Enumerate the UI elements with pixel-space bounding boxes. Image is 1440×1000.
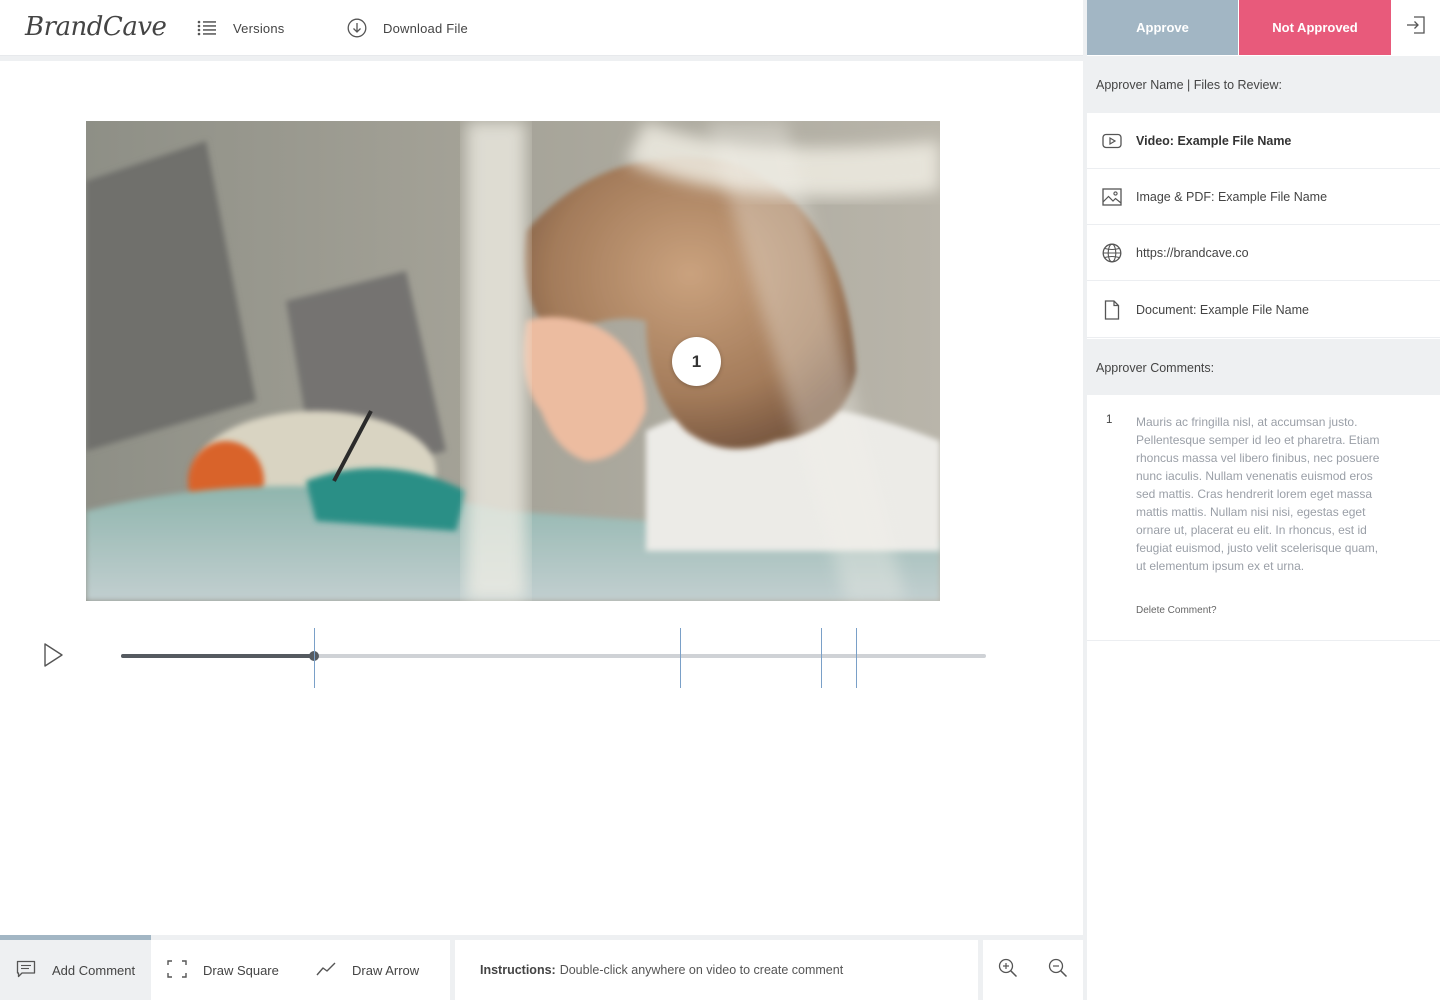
video-still-image xyxy=(86,121,940,601)
draw-arrow-label: Draw Arrow xyxy=(352,962,420,978)
top-bar: BrandCave Versions Download File xyxy=(0,0,1083,56)
file-item-label: Document: Example File Name xyxy=(1136,302,1309,317)
files-panel-header: Approver Name | Files to Review: xyxy=(1087,56,1440,113)
comment-item: 1 Mauris ac fringilla nisl, at accumsan … xyxy=(1087,395,1440,641)
draw-square-button[interactable]: Draw Square xyxy=(151,940,300,1000)
brandcave-logo[interactable]: BrandCave xyxy=(25,12,167,42)
instructions-text: Double-click anywhere on video to create… xyxy=(559,963,844,977)
file-item-document[interactable]: Document: Example File Name xyxy=(1087,282,1440,338)
sign-out-icon xyxy=(1406,15,1426,40)
zoom-in-icon xyxy=(998,958,1018,983)
comment-text: Mauris ac fringilla nisl, at accumsan ju… xyxy=(1136,415,1380,573)
timeline-comment-marker[interactable] xyxy=(680,628,681,688)
timeline-comment-marker[interactable] xyxy=(856,628,857,688)
toolbar-separator xyxy=(450,940,455,1000)
draw-square-label: Draw Square xyxy=(203,962,279,978)
add-comment-button[interactable]: Add Comment xyxy=(0,940,151,1000)
zoom-in-button[interactable] xyxy=(983,940,1033,1000)
not-approved-button[interactable]: Not Approved xyxy=(1239,0,1391,55)
logout-button[interactable] xyxy=(1391,0,1440,55)
file-item-label: Video: Example File Name xyxy=(1136,133,1292,148)
square-select-icon xyxy=(167,959,187,981)
document-icon xyxy=(1087,299,1136,320)
list-icon xyxy=(197,20,217,36)
versions-label: Versions xyxy=(233,20,285,36)
file-item-image-pdf[interactable]: Image & PDF: Example File Name xyxy=(1087,169,1440,225)
file-item-video[interactable]: Video: Example File Name xyxy=(1087,113,1440,169)
video-play-icon xyxy=(1087,133,1136,149)
image-icon xyxy=(1087,187,1136,206)
instructions-bar: Instructions: Double-click anywhere on v… xyxy=(456,940,978,1000)
approve-button[interactable]: Approve xyxy=(1087,0,1238,55)
zoom-out-icon xyxy=(1048,958,1068,983)
play-button[interactable] xyxy=(40,641,66,669)
download-icon xyxy=(347,18,367,38)
download-label: Download File xyxy=(383,20,468,36)
play-icon xyxy=(40,643,66,673)
trend-line-icon xyxy=(316,961,336,980)
globe-icon xyxy=(1087,243,1136,263)
delete-comment-link[interactable]: Delete Comment? xyxy=(1136,605,1217,616)
comment-icon xyxy=(16,960,36,981)
file-item-label: Image & PDF: Example File Name xyxy=(1136,189,1328,204)
add-comment-label: Add Comment xyxy=(52,962,136,978)
comments-panel-header: Approver Comments: xyxy=(1087,339,1440,396)
top-divider xyxy=(0,56,1083,61)
timeline-comment-marker[interactable] xyxy=(821,628,822,688)
file-item-website[interactable]: https://brandcave.co xyxy=(1087,225,1440,281)
download-file-button[interactable]: Download File xyxy=(347,0,468,56)
draw-arrow-button[interactable]: Draw Arrow xyxy=(300,940,450,1000)
instructions-title: Instructions: xyxy=(480,963,556,977)
file-item-label: https://brandcave.co xyxy=(1136,245,1249,260)
timeline-progress xyxy=(121,654,314,658)
timeline-comment-marker[interactable] xyxy=(314,628,315,688)
zoom-out-button[interactable] xyxy=(1033,940,1083,1000)
video-comment-marker[interactable]: 1 xyxy=(672,337,721,386)
versions-button[interactable]: Versions xyxy=(197,0,284,56)
video-frame[interactable]: 1 xyxy=(86,121,940,601)
comment-number: 1 xyxy=(1106,414,1113,426)
